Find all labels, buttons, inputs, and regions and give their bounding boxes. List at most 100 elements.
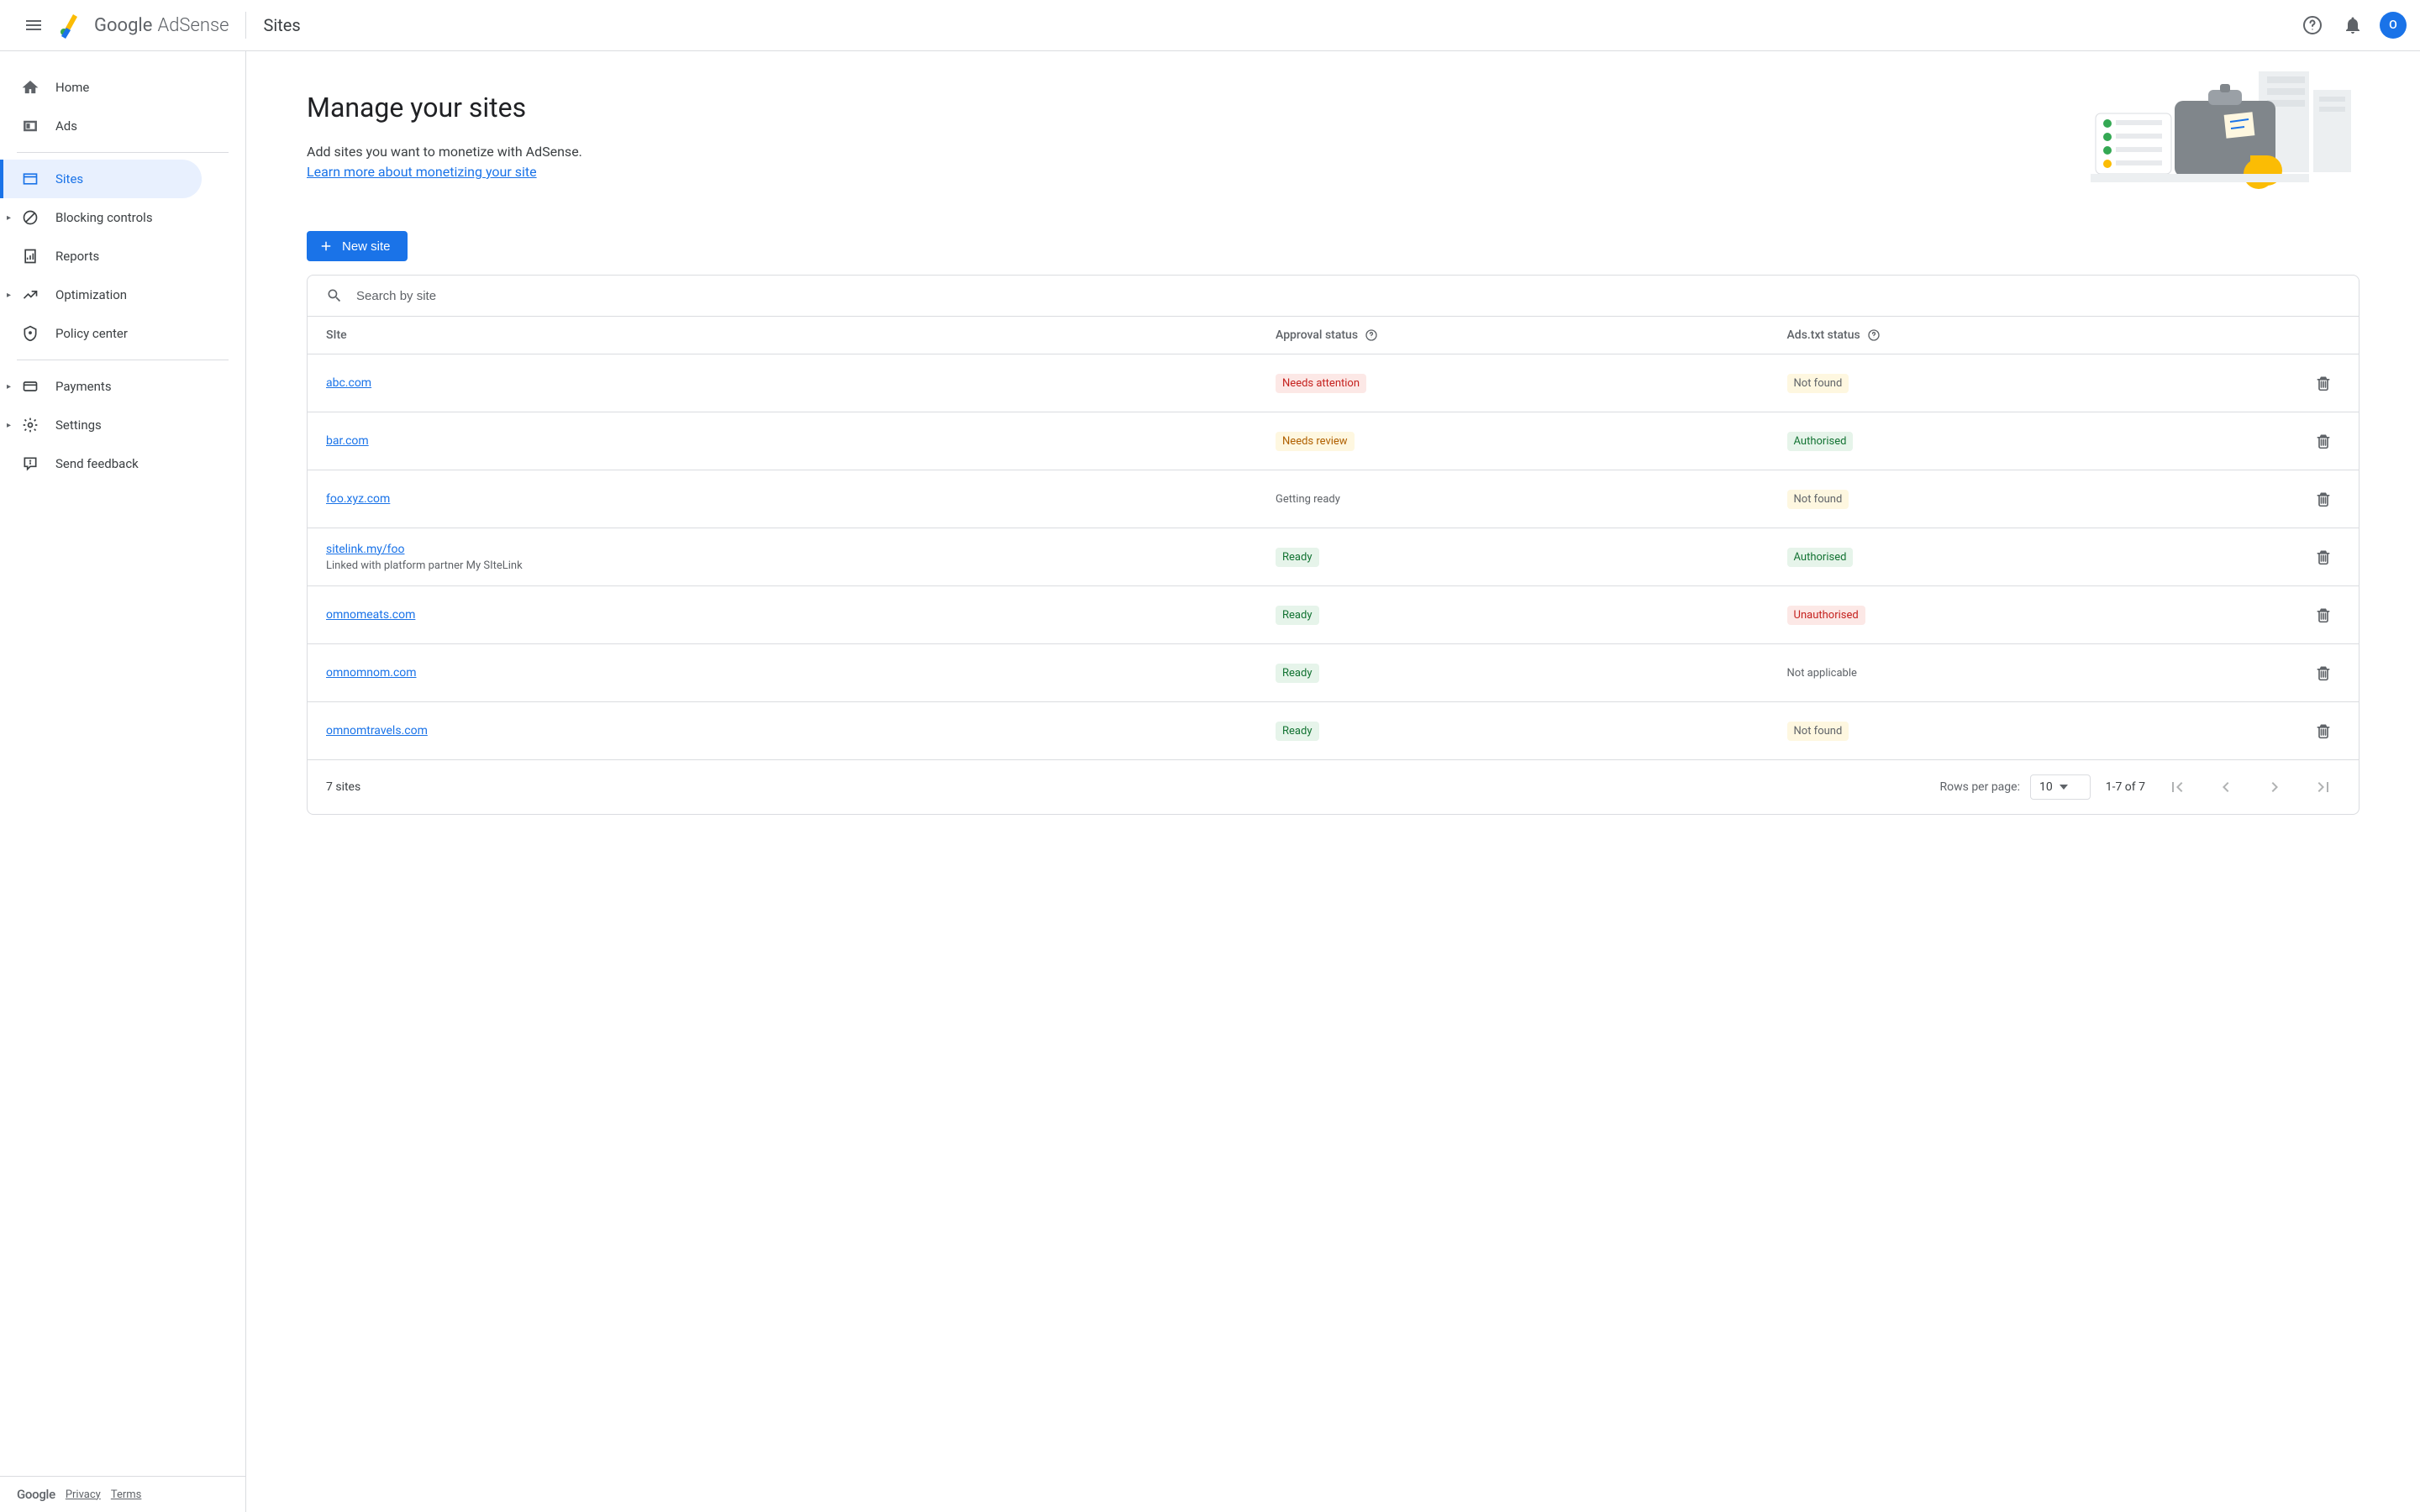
col-header-site: SIte (326, 328, 1276, 342)
row-count: 7 sites (326, 780, 360, 794)
help-icon[interactable] (1867, 328, 1881, 342)
table-row: abc.comNeeds attentionNot found (308, 354, 2359, 412)
help-icon (2302, 15, 2323, 35)
privacy-link[interactable]: Privacy (66, 1488, 101, 1501)
page-subtitle: Add sites you want to monetize with AdSe… (307, 142, 2057, 182)
table-row: bar.comNeeds reviewAuthorised (308, 412, 2359, 470)
site-link[interactable]: omnomtravels.com (326, 724, 428, 738)
search-input[interactable] (356, 289, 2340, 303)
nav-icon (20, 77, 40, 97)
sidebar-item-optimization[interactable]: ▸Optimization (0, 276, 202, 314)
page-range: 1-7 of 7 (2106, 780, 2145, 794)
delete-button[interactable] (2307, 656, 2340, 690)
approval-status: Ready (1276, 548, 1318, 567)
caret-right-icon: ▸ (7, 382, 11, 391)
approval-status: Ready (1276, 664, 1318, 683)
sidebar-footer: Google Privacy Terms (0, 1476, 245, 1512)
next-page-button[interactable] (2258, 770, 2291, 804)
sidebar-item-settings[interactable]: ▸ Settings (0, 406, 202, 444)
page-context-title: Sites (263, 15, 300, 35)
caret-right-icon: ▸ (7, 421, 11, 430)
adstxt-status: Not found (1787, 490, 1849, 509)
help-button[interactable] (2296, 8, 2329, 42)
terms-link[interactable]: Terms (111, 1488, 142, 1501)
delete-button[interactable] (2307, 540, 2340, 574)
rows-per-page-value: 10 (2039, 780, 2053, 794)
sidebar-item-blocking-controls[interactable]: ▸Blocking controls (0, 198, 202, 237)
delete-button[interactable] (2307, 366, 2340, 400)
logo-adsense-word: AdSense (157, 15, 229, 36)
table-row: foo.xyz.comGetting readyNot found (308, 470, 2359, 528)
nav-label: Blocking controls (55, 210, 153, 225)
site-link[interactable]: bar.com (326, 434, 369, 448)
sidebar-item-sites[interactable]: Sites (0, 160, 202, 198)
nav-label: Send feedback (55, 456, 139, 471)
nav-label: Sites (55, 171, 83, 186)
adstxt-status: Not found (1787, 722, 1849, 741)
first-page-button[interactable] (2160, 770, 2194, 804)
site-link[interactable]: foo.xyz.com (326, 492, 390, 506)
search-icon (326, 287, 343, 304)
nav-label: Settings (55, 417, 102, 433)
approval-status: Ready (1276, 722, 1318, 741)
adstxt-status: Unauthorised (1787, 606, 1865, 625)
nav-icon (20, 116, 40, 136)
sidebar-item-policy-center[interactable]: Policy center (0, 314, 202, 353)
triangle-down-icon (2060, 783, 2068, 791)
chevron-right-icon (2265, 777, 2285, 797)
col-header-adstxt: Ads.txt status (1787, 328, 2298, 342)
trash-icon (2315, 722, 2332, 739)
delete-button[interactable] (2307, 424, 2340, 458)
delete-button[interactable] (2307, 482, 2340, 516)
site-link[interactable]: abc.com (326, 376, 371, 390)
sidebar-item-send-feedback[interactable]: Send feedback (0, 444, 202, 483)
prev-page-button[interactable] (2209, 770, 2243, 804)
first-page-icon (2167, 777, 2187, 797)
sites-table-card: SIte Approval status Ads.txt status abc.… (307, 275, 2360, 815)
nav-icon (20, 376, 40, 396)
hamburger-menu-button[interactable] (13, 5, 54, 45)
nav-label: Optimization (55, 287, 127, 302)
delete-button[interactable] (2307, 598, 2340, 632)
site-link[interactable]: omnomeats.com (326, 608, 415, 622)
user-avatar[interactable]: O (2380, 12, 2407, 39)
nav-icon (20, 246, 40, 266)
sidebar-item-payments[interactable]: ▸Payments (0, 367, 202, 406)
site-link[interactable]: omnomnom.com (326, 666, 417, 680)
adstxt-status: Authorised (1787, 548, 1854, 567)
product-logo[interactable]: Google AdSense (57, 12, 229, 39)
nav-icon (20, 415, 40, 435)
rows-per-page-select[interactable]: 10 (2030, 774, 2091, 800)
table-row: omnomtravels.com Ready Not found (308, 702, 2359, 760)
delete-button[interactable] (2307, 714, 2340, 748)
logo-google-word: Google (94, 15, 152, 36)
site-link[interactable]: sitelink.my/foo (326, 543, 404, 556)
learn-more-link[interactable]: Learn more about monetizing your site (307, 164, 537, 180)
last-page-icon (2313, 777, 2333, 797)
nav-label: Home (55, 80, 89, 95)
plus-icon (318, 239, 334, 254)
nav-icon (20, 454, 40, 474)
notifications-button[interactable] (2336, 8, 2370, 42)
new-site-button[interactable]: New site (307, 231, 408, 261)
adsense-logo-icon (57, 12, 84, 39)
chevron-left-icon (2216, 777, 2236, 797)
last-page-button[interactable] (2307, 770, 2340, 804)
nav-icon (20, 285, 40, 305)
trash-icon (2315, 433, 2332, 449)
adstxt-status: Not found (1787, 374, 1849, 393)
page-title: Manage your sites (307, 92, 2057, 123)
table-row: omnomeats.comReadyUnauthorised (308, 586, 2359, 644)
sidebar-item-ads[interactable]: Ads (0, 107, 202, 145)
trash-icon (2315, 606, 2332, 623)
sidebar-item-home[interactable]: Home (0, 68, 202, 107)
avatar-initial: O (2389, 18, 2397, 32)
trash-icon (2315, 549, 2332, 565)
adstxt-status: Authorised (1787, 432, 1854, 451)
trash-icon (2315, 664, 2332, 681)
sidebar-item-reports[interactable]: Reports (0, 237, 202, 276)
table-row: omnomnom.comReadyNot applicable (308, 644, 2359, 702)
hero-illustration (2091, 71, 2360, 197)
nav-icon (20, 323, 40, 344)
help-icon[interactable] (1365, 328, 1378, 342)
